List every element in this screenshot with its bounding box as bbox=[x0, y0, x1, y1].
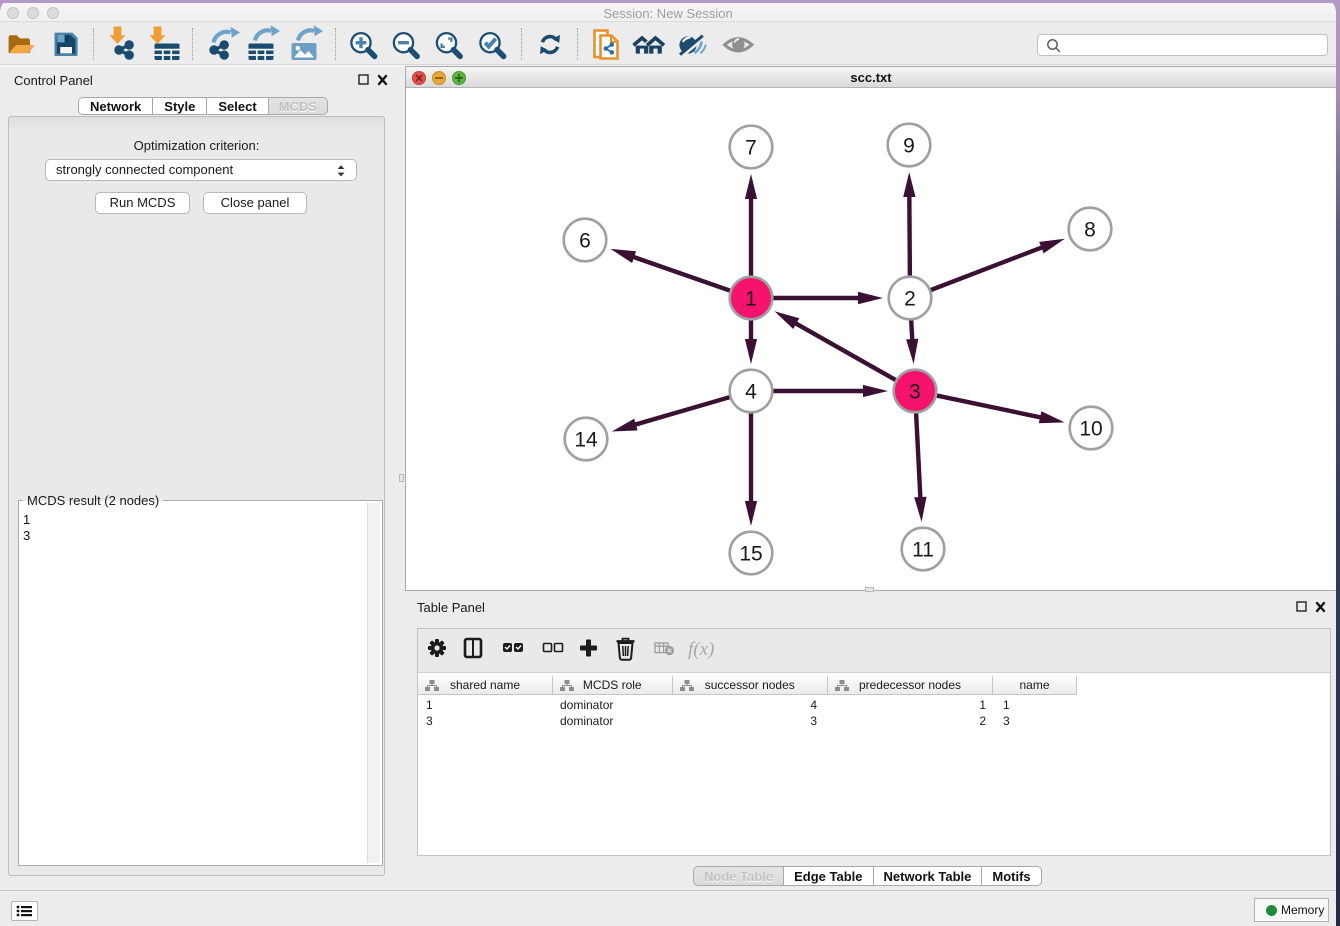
svg-text:11: 11 bbox=[912, 539, 934, 562]
svg-text:3: 3 bbox=[909, 381, 921, 404]
svg-text:8: 8 bbox=[1084, 219, 1096, 242]
svg-text:1: 1 bbox=[745, 288, 757, 311]
svg-text:6: 6 bbox=[579, 230, 591, 253]
svg-text:4: 4 bbox=[745, 381, 757, 404]
svg-text:9: 9 bbox=[903, 135, 915, 158]
svg-text:2: 2 bbox=[904, 288, 916, 311]
svg-text:15: 15 bbox=[739, 543, 762, 566]
svg-text:10: 10 bbox=[1079, 418, 1102, 441]
svg-text:7: 7 bbox=[745, 137, 757, 160]
svg-text:14: 14 bbox=[574, 429, 598, 452]
svg-text:f(x): f(x) bbox=[688, 639, 714, 660]
